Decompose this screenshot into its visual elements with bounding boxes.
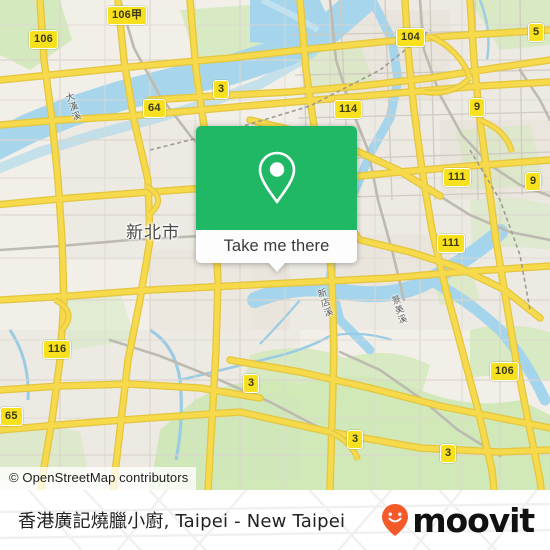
road-shield-65: 65 xyxy=(0,407,23,426)
road-shield-5: 5 xyxy=(528,23,545,42)
moovit-wordmark: moovit xyxy=(412,500,535,540)
osm-attribution[interactable]: © OpenStreetMap contributors xyxy=(0,466,197,490)
take-me-there-label[interactable]: Take me there xyxy=(196,230,357,263)
road-shield-111: 111 xyxy=(443,168,471,187)
place-label-new-taipei-city: 新北市 xyxy=(126,223,180,243)
bottom-bar: 香港廣記燒臘小廚, Taipei - New Taipei moovit xyxy=(0,490,550,550)
map-pin-icon xyxy=(258,151,295,204)
moovit-pin-smiley-icon xyxy=(382,504,409,536)
card-pointer-tail xyxy=(267,262,286,272)
road-shield-3: 3 xyxy=(243,374,260,393)
road-shield-9: 9 xyxy=(525,172,542,191)
road-shield-106: 106 xyxy=(490,362,519,381)
take-me-there-card[interactable]: Take me there xyxy=(196,126,357,272)
road-shield-3: 3 xyxy=(347,430,364,449)
moovit-map-screen: 106甲 106 64 3 104 5 114 9 111 9 111 116 65 3 3 3 106 新北市… xyxy=(0,0,550,550)
bottom-bar-content: 香港廣記燒臘小廚, Taipei - New Taipei moovit xyxy=(0,490,550,550)
road-shield-106甲: 106甲 xyxy=(107,6,148,25)
moovit-brand[interactable]: moovit xyxy=(380,500,535,540)
road-shield-3: 3 xyxy=(440,444,457,463)
card-body: Take me there xyxy=(196,126,357,263)
place-title: 香港廣記燒臘小廚, Taipei - New Taipei xyxy=(18,511,346,532)
road-shield-104: 104 xyxy=(396,28,425,47)
road-shield-9: 9 xyxy=(469,98,486,117)
road-shield-111: 111 xyxy=(437,234,465,253)
road-shield-106: 106 xyxy=(29,30,58,49)
road-shield-116: 116 xyxy=(43,340,72,359)
road-shield-3: 3 xyxy=(213,80,230,99)
road-shield-64: 64 xyxy=(143,99,166,118)
road-shield-114: 114 xyxy=(334,100,363,119)
card-header xyxy=(196,126,357,230)
